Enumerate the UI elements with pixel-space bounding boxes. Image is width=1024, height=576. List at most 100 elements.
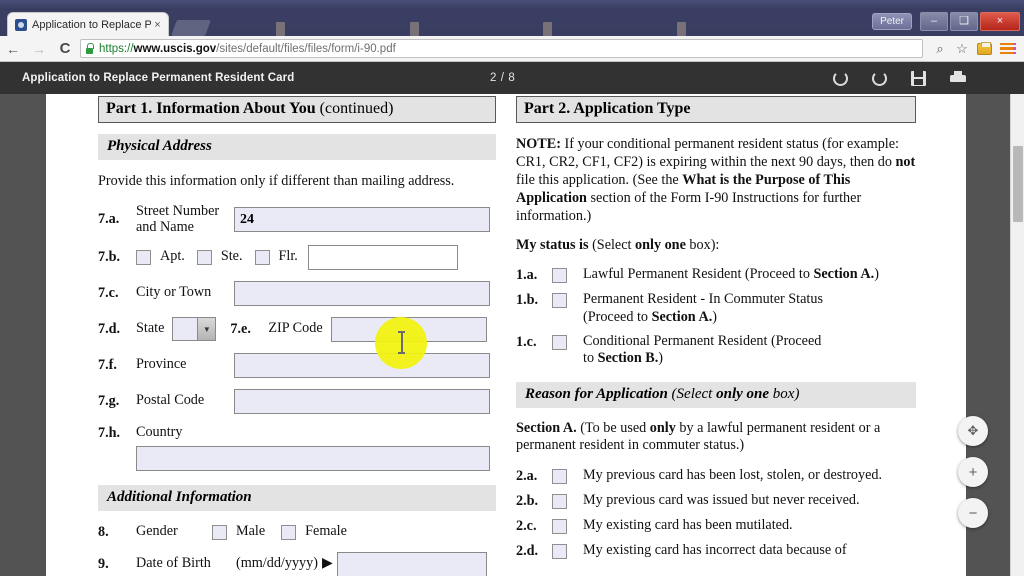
address-bar[interactable]: https://www.uscis.gov/sites/default/file… bbox=[80, 39, 923, 58]
reason-option-2c: 2.c. My existing card has been mutilated… bbox=[516, 517, 916, 535]
fit-page-button[interactable]: ✥ bbox=[958, 416, 988, 446]
forward-button[interactable]: → bbox=[26, 36, 52, 62]
status-1a-section-ref: Section A. bbox=[813, 266, 875, 283]
male-checkbox[interactable] bbox=[212, 524, 227, 540]
tab-close-icon[interactable]: × bbox=[151, 19, 164, 31]
dob-input[interactable] bbox=[336, 551, 487, 576]
province-input[interactable] bbox=[234, 352, 490, 378]
female-checkbox[interactable] bbox=[281, 524, 297, 540]
print-icon[interactable] bbox=[950, 71, 966, 85]
rotate-clockwise-icon[interactable] bbox=[833, 70, 848, 86]
bookmark-star-icon[interactable]: ☆ bbox=[951, 41, 973, 57]
folder-extension-icon[interactable] bbox=[977, 41, 992, 55]
status-hint-bold: only one bbox=[635, 237, 686, 254]
status-1a-checkbox[interactable] bbox=[552, 268, 567, 284]
my-status-line: My status is (Select only one box): bbox=[516, 237, 916, 255]
reason-2a-checkbox[interactable] bbox=[552, 469, 567, 485]
apt-checkbox[interactable] bbox=[136, 249, 151, 265]
option-number-1b: 1.b. bbox=[516, 292, 539, 309]
reason-2c-checkbox[interactable] bbox=[552, 519, 567, 535]
field-number-7a: 7.a. bbox=[98, 211, 120, 228]
save-icon[interactable] bbox=[911, 70, 926, 86]
ste-checkbox[interactable] bbox=[196, 249, 212, 265]
status-1b-text: Permanent Resident - In Commuter Status … bbox=[583, 291, 873, 326]
pdf-zoom-controls: ✥ + − bbox=[958, 416, 988, 528]
browser-tab[interactable]: Application to Replace Pe × bbox=[8, 13, 168, 36]
pdf-document-title: Application to Replace Permanent Residen… bbox=[22, 72, 295, 84]
option-number-2a: 2.a. bbox=[516, 468, 538, 485]
reason-for-application-band: Reason for Application (Select only one … bbox=[516, 381, 916, 408]
field-row-7b: 7.b. Apt. Ste. Flr. bbox=[98, 244, 496, 270]
reason-band-sub-bold: only one bbox=[716, 385, 770, 402]
option-number-2d: 2.d. bbox=[516, 543, 539, 560]
city-input[interactable] bbox=[234, 280, 490, 306]
country-input-wrap bbox=[136, 445, 496, 471]
status-1c-tail: ) bbox=[658, 350, 664, 367]
reason-2b-checkbox[interactable] bbox=[552, 494, 567, 510]
scrollbar-thumb[interactable] bbox=[1013, 146, 1023, 222]
country-label: Country bbox=[136, 424, 183, 441]
vertical-scrollbar[interactable] bbox=[1010, 94, 1024, 576]
url-scheme: https:// bbox=[99, 42, 134, 55]
zoom-out-button[interactable]: − bbox=[958, 498, 988, 528]
reload-button[interactable]: C bbox=[52, 36, 78, 62]
street-number-input[interactable]: 24 bbox=[234, 207, 490, 233]
state-label: State bbox=[136, 320, 165, 337]
status-option-1c: 1.c. Conditional Permanent Resident (Pro… bbox=[516, 333, 916, 368]
zip-label: ZIP Code bbox=[268, 320, 323, 337]
status-option-1b: 1.b. Permanent Resident - In Commuter St… bbox=[516, 291, 916, 326]
new-tab-button[interactable] bbox=[171, 20, 211, 36]
rotate-counterclockwise-icon[interactable] bbox=[872, 70, 887, 86]
pdf-viewport[interactable]: Part 1. Information About You (continued… bbox=[0, 94, 1010, 576]
tabstrip-decor bbox=[543, 22, 552, 36]
form-column-right: Part 2. Application Type NOTE: If your c… bbox=[516, 96, 916, 560]
status-1b-checkbox[interactable] bbox=[552, 293, 567, 309]
status-option-1a: 1.a. Lawful Permanent Resident (Proceed … bbox=[516, 266, 916, 284]
zoom-in-button[interactable]: + bbox=[958, 457, 988, 487]
flr-checkbox[interactable] bbox=[254, 249, 270, 265]
ste-label: Ste. bbox=[220, 248, 243, 265]
part2-note: NOTE: If your conditional permanent resi… bbox=[516, 136, 916, 225]
back-button[interactable]: ← bbox=[0, 36, 26, 62]
section-a-description: Section A. (To be used only by a lawful … bbox=[516, 420, 916, 456]
reason-band-main: Reason for Application bbox=[525, 385, 672, 402]
physical-address-band: Physical Address bbox=[98, 134, 496, 160]
tabstrip-decor bbox=[677, 22, 686, 36]
zip-input[interactable] bbox=[330, 316, 487, 342]
tab-title: Application to Replace Pe bbox=[32, 18, 151, 31]
window-title-strip bbox=[0, 0, 1024, 10]
reason-2b-text: My previous card was issued but never re… bbox=[583, 492, 860, 509]
state-select[interactable]: ▼ bbox=[172, 317, 217, 342]
chevron-down-icon[interactable]: ▼ bbox=[197, 318, 216, 341]
zoom-magnifier-icon[interactable]: ⌕ bbox=[929, 41, 951, 57]
pdf-page: Part 1. Information About You (continued… bbox=[46, 94, 966, 576]
field-row-7c: 7.c. City or Town bbox=[98, 280, 496, 306]
my-status-label: My status is bbox=[516, 237, 589, 254]
part1-heading: Part 1. Information About You (continued… bbox=[98, 96, 496, 123]
toolbar-actions: ⌕ ☆ bbox=[929, 41, 1024, 57]
flr-label: Flr. bbox=[278, 248, 298, 265]
status-1c-checkbox[interactable] bbox=[552, 334, 567, 350]
apt-ste-flr-input[interactable] bbox=[307, 244, 458, 270]
note-text-2: file this application. (See the bbox=[516, 171, 683, 188]
country-input[interactable] bbox=[136, 445, 490, 471]
field-row-7h: 7.h. Country bbox=[98, 424, 496, 442]
field-row-7g: 7.g. Postal Code bbox=[98, 388, 496, 414]
field-label-7a-line1: Street Number bbox=[136, 202, 220, 219]
postal-code-label: Postal Code bbox=[136, 392, 205, 409]
field-number-7b: 7.b. bbox=[98, 248, 121, 265]
postal-code-input[interactable] bbox=[234, 388, 490, 414]
field-row-7a: 7.a. Street Number and Name 24 bbox=[98, 202, 496, 236]
tabstrip-decor bbox=[410, 22, 419, 36]
status-1a-tail: ) bbox=[874, 266, 879, 283]
status-1c-section-ref: Section B. bbox=[597, 350, 659, 367]
reason-2d-checkbox[interactable] bbox=[552, 544, 567, 560]
hamburger-menu-icon[interactable] bbox=[1000, 42, 1016, 55]
section-a-only: only bbox=[649, 419, 676, 436]
female-label: Female bbox=[305, 523, 347, 540]
option-number-1c: 1.c. bbox=[516, 333, 537, 350]
url-path: /sites/default/files/files/form/i-90.pdf bbox=[216, 42, 396, 55]
url-text: https://www.uscis.gov/sites/default/file… bbox=[99, 43, 396, 55]
tabstrip-decor bbox=[276, 22, 285, 36]
reason-2a-text: My previous card has been lost, stolen, … bbox=[583, 467, 883, 484]
